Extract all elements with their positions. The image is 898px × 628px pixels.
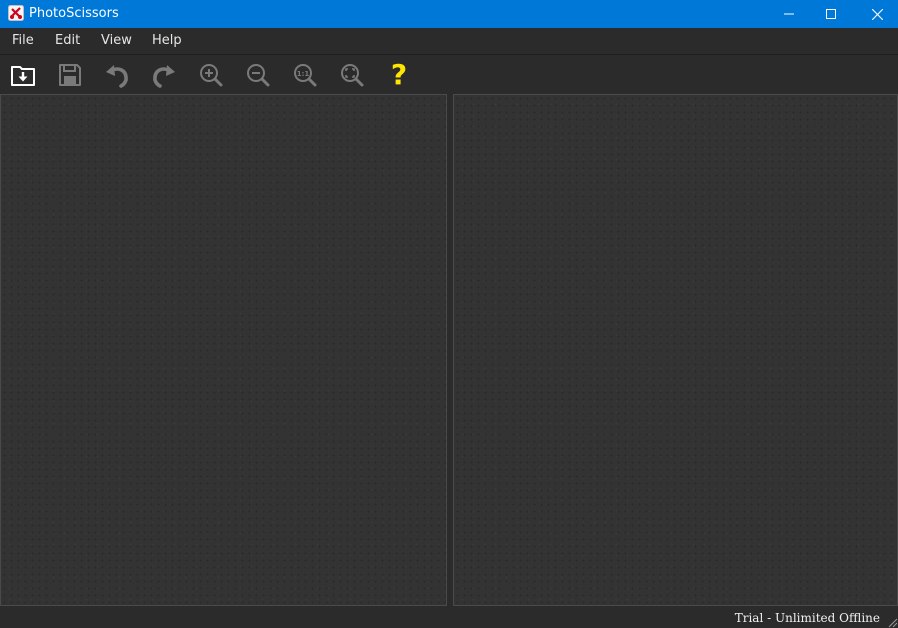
menu-bar: File Edit View Help xyxy=(0,28,898,54)
zoom-actual-size-button[interactable]: 1:1 xyxy=(289,59,321,91)
redo-button[interactable] xyxy=(148,59,180,91)
zoom-fit-button[interactable] xyxy=(336,59,368,91)
status-bar: Trial - Unlimited Offline xyxy=(0,607,898,628)
minimize-button[interactable] xyxy=(766,0,812,28)
toolbar: 1:1 ? xyxy=(0,54,898,95)
open-button[interactable] xyxy=(7,59,39,91)
source-image-pane[interactable] xyxy=(0,94,447,606)
undo-button[interactable] xyxy=(101,59,133,91)
menu-view[interactable]: View xyxy=(101,28,132,54)
close-button[interactable] xyxy=(854,0,898,28)
menu-file[interactable]: File xyxy=(12,28,34,54)
zoom-in-button[interactable] xyxy=(195,59,227,91)
app-scissors-icon[interactable] xyxy=(8,5,24,21)
open-file-icon xyxy=(11,66,35,86)
window-title: PhotoScissors xyxy=(29,6,119,21)
zoom-fit-icon xyxy=(341,64,364,87)
help-icon: ? xyxy=(390,58,408,91)
undo-icon xyxy=(106,65,128,88)
zoom-out-button[interactable] xyxy=(242,59,274,91)
redo-icon xyxy=(153,65,175,88)
help-button[interactable]: ? xyxy=(383,59,415,91)
menu-help[interactable]: Help xyxy=(152,28,182,54)
close-icon xyxy=(871,8,883,20)
menu-edit[interactable]: Edit xyxy=(55,28,80,54)
minimize-icon xyxy=(784,13,794,15)
save-icon xyxy=(59,64,81,86)
maximize-icon xyxy=(826,9,836,19)
resize-grip-icon[interactable] xyxy=(886,616,898,628)
save-button[interactable] xyxy=(54,59,86,91)
result-image-pane[interactable] xyxy=(453,94,898,606)
zoom-actual-size-icon: 1:1 xyxy=(294,64,317,87)
zoom-ratio-glyph: 1:1 xyxy=(297,70,310,78)
title-bar: PhotoScissors xyxy=(0,0,898,28)
license-status: Trial - Unlimited Offline xyxy=(734,611,880,625)
zoom-in-icon xyxy=(200,64,223,87)
zoom-out-icon xyxy=(247,64,270,87)
maximize-button[interactable] xyxy=(808,0,854,28)
